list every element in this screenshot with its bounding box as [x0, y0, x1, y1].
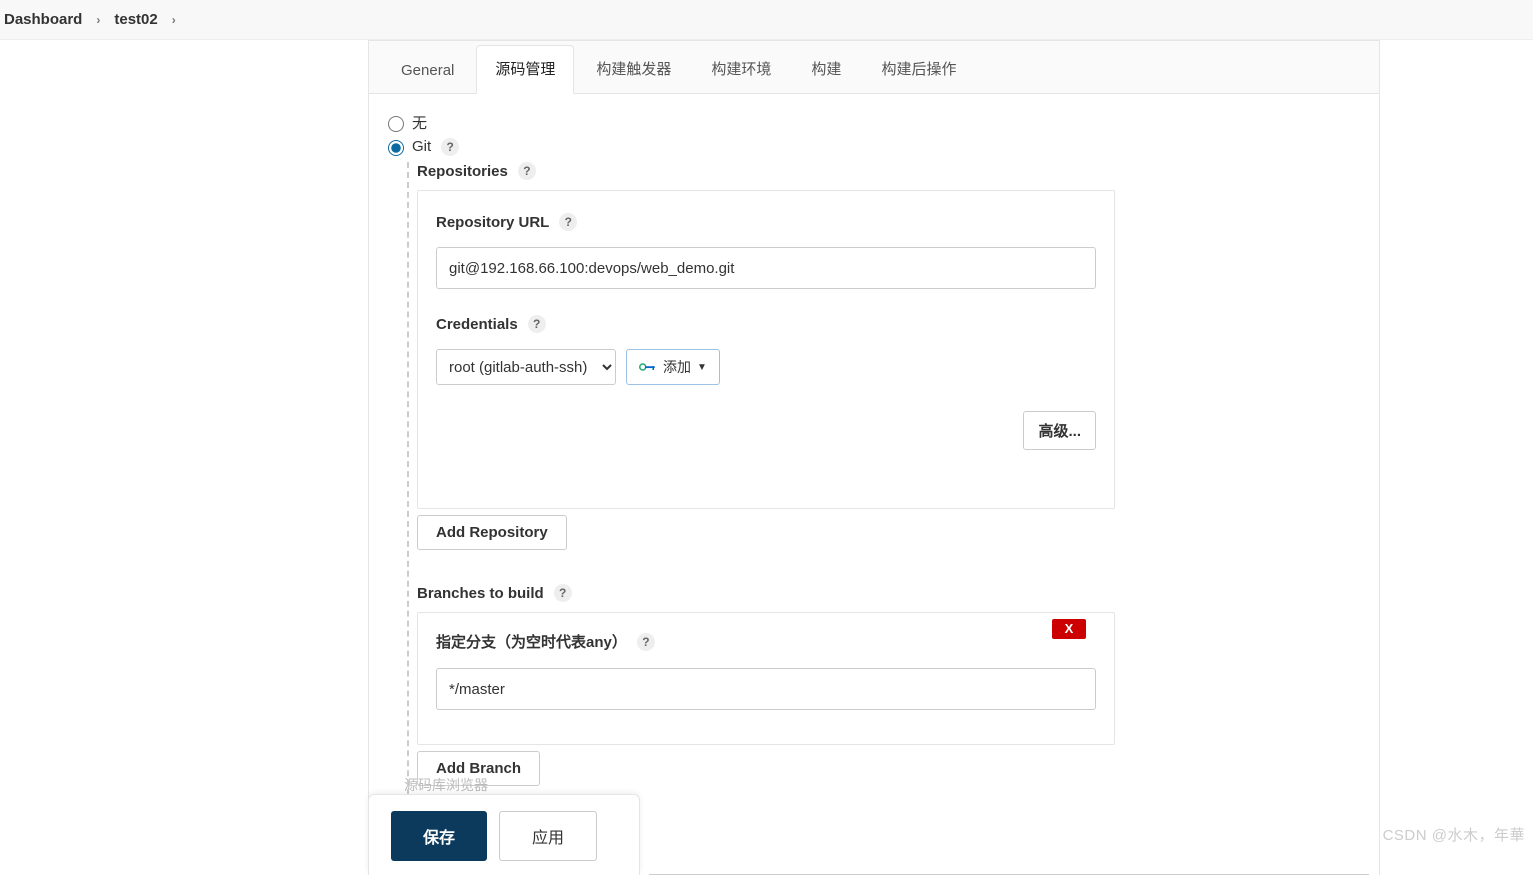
scm-git-radio[interactable] — [388, 140, 404, 156]
branch-card: X 指定分支（为空时代表any） ? — [417, 612, 1115, 745]
tab-env[interactable]: 构建环境 — [693, 46, 789, 93]
tab-scm[interactable]: 源码管理 — [476, 45, 574, 94]
form-body: 无 Git ? Repositories ? Repository URL ? — [369, 94, 1379, 875]
config-panel: General 源码管理 构建触发器 构建环境 构建 构建后操作 无 Git ?… — [368, 40, 1380, 875]
key-icon — [639, 361, 657, 373]
scm-none-radio[interactable] — [388, 116, 404, 132]
chevron-right-icon: › — [96, 13, 100, 27]
page-root: Dashboard › test02 › General 源码管理 构建触发器 … — [0, 0, 1533, 875]
branch-spec-input[interactable] — [436, 668, 1096, 710]
credentials-label: Credentials ? — [436, 315, 1096, 333]
repo-url-label-text: Repository URL — [436, 214, 549, 231]
caret-down-icon: ▼ — [697, 362, 707, 373]
tab-triggers[interactable]: 构建触发器 — [578, 46, 689, 93]
branches-heading: Branches to build ? — [417, 584, 1365, 602]
advanced-button[interactable]: 高级... — [1023, 411, 1096, 450]
branches-heading-text: Branches to build — [417, 585, 544, 602]
advanced-row: 高级... — [436, 411, 1096, 450]
watermark: CSDN @水木，年華 — [1383, 824, 1525, 845]
repositories-heading: Repositories ? — [417, 162, 1365, 180]
add-credentials-button[interactable]: 添加 ▼ — [626, 349, 720, 385]
add-repository-button[interactable]: Add Repository — [417, 515, 567, 550]
help-icon[interactable]: ? — [441, 138, 459, 156]
branch-spec-label-text: 指定分支（为空时代表any） — [436, 631, 627, 652]
help-icon[interactable]: ? — [637, 633, 655, 651]
repo-url-input[interactable] — [436, 247, 1096, 289]
branch-spec-label: 指定分支（为空时代表any） ? — [436, 631, 1096, 652]
repositories-heading-text: Repositories — [417, 163, 508, 180]
chevron-right-icon: › — [172, 13, 176, 27]
help-icon[interactable]: ? — [518, 162, 536, 180]
sticky-footer: 保存 应用 — [368, 794, 640, 875]
repo-browser-label: 源码库浏览器 — [404, 775, 488, 795]
git-section: Repositories ? Repository URL ? Credenti… — [407, 162, 1365, 846]
credentials-row: root (gitlab-auth-ssh) 添加 ▼ — [436, 349, 1096, 385]
repository-card: Repository URL ? Credentials ? root (git… — [417, 190, 1115, 509]
add-credentials-label: 添加 — [663, 357, 691, 377]
help-icon[interactable]: ? — [528, 315, 546, 333]
scm-none-label: 无 — [412, 112, 427, 133]
apply-button[interactable]: 应用 — [499, 811, 597, 861]
tab-postbuild[interactable]: 构建后操作 — [863, 46, 974, 93]
credentials-label-text: Credentials — [436, 316, 518, 333]
breadcrumb-dashboard[interactable]: Dashboard — [4, 11, 82, 28]
tab-general[interactable]: General — [383, 50, 472, 93]
tab-build[interactable]: 构建 — [793, 46, 859, 93]
scm-git-label: Git — [412, 138, 431, 155]
help-icon[interactable]: ? — [559, 213, 577, 231]
delete-branch-button[interactable]: X — [1052, 619, 1086, 639]
scm-git-row[interactable]: Git ? — [383, 137, 1365, 156]
breadcrumb-job[interactable]: test02 — [114, 11, 157, 28]
scm-none-row[interactable]: 无 — [383, 112, 1365, 133]
repo-url-label: Repository URL ? — [436, 213, 1096, 231]
help-icon[interactable]: ? — [554, 584, 572, 602]
credentials-select[interactable]: root (gitlab-auth-ssh) — [436, 349, 616, 385]
tab-bar: General 源码管理 构建触发器 构建环境 构建 构建后操作 — [369, 41, 1379, 94]
save-button[interactable]: 保存 — [391, 811, 487, 861]
breadcrumb: Dashboard › test02 › — [0, 0, 1533, 40]
